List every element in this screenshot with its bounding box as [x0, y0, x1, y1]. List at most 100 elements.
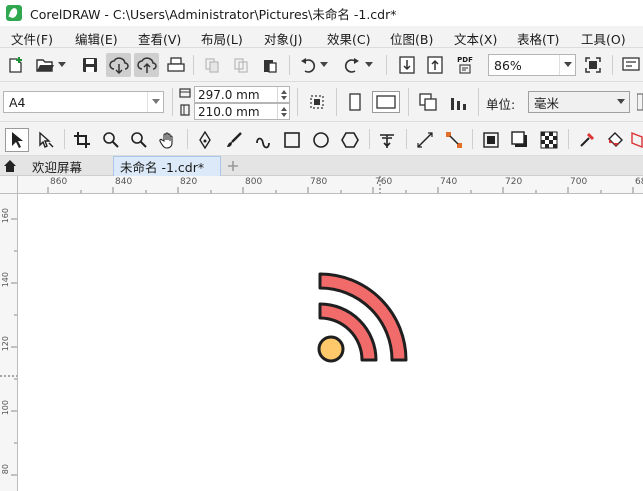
redo-dropdown-icon[interactable]	[364, 55, 374, 75]
ruler-label: 800	[245, 177, 263, 187]
window-title: CorelDRAW - C:\Users\Administrator\Pictu…	[30, 6, 397, 22]
shadow-box-icon[interactable]	[508, 128, 532, 152]
tab-welcome-screen[interactable]: 欢迎屏幕	[26, 156, 112, 176]
bezier-curve-icon[interactable]	[251, 128, 275, 152]
ruler-label: 860	[50, 177, 68, 187]
current-page-icon[interactable]	[446, 91, 470, 113]
rss-feed-drawing[interactable]	[18, 194, 643, 491]
print-icon[interactable]	[165, 55, 187, 75]
full-screen-icon[interactable]	[582, 55, 604, 75]
menu-tools[interactable]: 工具(O)	[579, 28, 628, 49]
menu-bar: 文件(F) 编辑(E) 查看(V) 布局(L) 对象(J) 效果(C) 位图(B…	[0, 26, 643, 48]
mesh-fill-icon[interactable]	[631, 128, 643, 152]
page-sizing-icon[interactable]	[304, 91, 330, 113]
open-folder-icon[interactable]	[34, 55, 56, 75]
new-document-icon[interactable]	[5, 55, 27, 75]
connector-tool-icon[interactable]	[442, 128, 466, 152]
drop-shadow-icon[interactable]	[479, 128, 503, 152]
document-tab-bar: 欢迎屏幕 未命名 -1.cdr*	[0, 156, 643, 176]
zoom-level-select[interactable]: 86%	[488, 54, 576, 76]
page-width-icon	[178, 86, 192, 100]
page-size-select[interactable]: A4	[3, 91, 164, 113]
ruler-label: 680	[635, 177, 643, 187]
home-icon[interactable]	[1, 157, 19, 175]
import-icon[interactable]	[396, 55, 418, 75]
publish-pdf-icon[interactable]: PDF	[452, 53, 478, 77]
menu-edit[interactable]: 编辑(E)	[73, 28, 120, 49]
shape-tool-icon[interactable]	[34, 128, 58, 152]
transparency-icon[interactable]	[537, 128, 561, 152]
parallel-dimension-icon[interactable]	[413, 128, 437, 152]
add-tab-icon[interactable]	[224, 157, 242, 175]
chevron-down-icon[interactable]	[147, 92, 163, 112]
all-pages-icon[interactable]	[416, 91, 440, 113]
export-icon[interactable]	[424, 55, 446, 75]
interactive-fill-icon[interactable]	[604, 128, 628, 152]
menu-effects[interactable]: 效果(C)	[325, 28, 372, 49]
units-label: 单位:	[486, 97, 516, 112]
tab-untitled-label: 未命名 -1.cdr*	[120, 160, 205, 175]
undo-icon[interactable]	[297, 55, 319, 75]
separator	[193, 55, 194, 75]
cloud-download-icon[interactable]	[106, 53, 131, 77]
menu-bitmaps[interactable]: 位图(B)	[388, 28, 435, 49]
menu-view[interactable]: 查看(V)	[136, 28, 183, 49]
separator	[336, 88, 337, 116]
separator	[406, 129, 407, 149]
separator	[297, 88, 298, 116]
pick-tool-icon[interactable]	[5, 128, 29, 152]
chevron-down-icon[interactable]	[57, 55, 67, 75]
cloud-upload-icon[interactable]	[134, 53, 159, 77]
separator	[612, 55, 613, 75]
page-height-spinner[interactable]	[277, 104, 289, 119]
portrait-icon[interactable]	[344, 91, 366, 113]
horizontal-ruler[interactable]: 860 840 820 800 780 760 740 720 700 680	[18, 176, 643, 194]
rectangle-tool-icon[interactable]	[280, 128, 304, 152]
page-width-spinner[interactable]	[277, 87, 289, 102]
pen-tool-icon[interactable]	[193, 128, 217, 152]
menu-table[interactable]: 表格(T)	[515, 28, 561, 49]
menu-object[interactable]: 对象(J)	[262, 28, 304, 49]
coreldraw-logo-icon	[6, 5, 22, 21]
pdf-label: PDF	[457, 56, 473, 64]
ruler-label: 720	[505, 177, 523, 187]
chevron-down-icon[interactable]	[559, 55, 575, 75]
ruler-origin[interactable]	[0, 176, 18, 194]
page-width-field[interactable]: 297.0 mm	[194, 86, 290, 103]
redo-icon[interactable]	[341, 55, 363, 75]
page-height-field[interactable]: 210.0 mm	[194, 103, 290, 120]
eyedropper-icon[interactable]	[575, 128, 599, 152]
separator	[187, 129, 188, 149]
undo-dropdown-icon[interactable]	[319, 55, 329, 75]
artistic-media-icon[interactable]	[222, 128, 246, 152]
ruler-label: 120	[1, 336, 10, 352]
toolbar-overflow-icon[interactable]	[636, 91, 643, 113]
ruler-label: 840	[115, 177, 133, 187]
chevron-down-icon[interactable]	[613, 92, 629, 112]
landscape-icon[interactable]	[372, 91, 400, 113]
text-tool-icon[interactable]	[375, 128, 399, 152]
copy-icon[interactable]	[230, 55, 252, 75]
menu-layout[interactable]: 布局(L)	[199, 28, 245, 49]
drawing-canvas[interactable]	[18, 194, 643, 491]
polygon-tool-icon[interactable]	[338, 128, 362, 152]
ellipse-tool-icon[interactable]	[309, 128, 333, 152]
paste-icon[interactable]	[259, 55, 281, 75]
pan-tool-icon[interactable]	[156, 128, 180, 152]
save-icon[interactable]	[79, 55, 101, 75]
units-select[interactable]: 毫米	[528, 91, 630, 113]
zoom-level-value: 86%	[494, 57, 522, 73]
separator	[64, 129, 65, 149]
cut-icon[interactable]	[201, 55, 223, 75]
menu-file[interactable]: 文件(F)	[9, 28, 55, 49]
ruler-label: 820	[180, 177, 198, 187]
crop-tool-icon[interactable]	[70, 128, 94, 152]
search-icon[interactable]	[127, 128, 151, 152]
separator	[369, 129, 370, 149]
options-icon[interactable]	[620, 55, 642, 75]
vertical-ruler[interactable]: 160 140 120 100 80	[0, 194, 18, 491]
menu-text[interactable]: 文本(X)	[452, 28, 499, 49]
tab-untitled-document[interactable]: 未命名 -1.cdr*	[113, 156, 221, 176]
ruler-label: 100	[1, 400, 10, 416]
zoom-tool-icon[interactable]	[99, 128, 123, 152]
